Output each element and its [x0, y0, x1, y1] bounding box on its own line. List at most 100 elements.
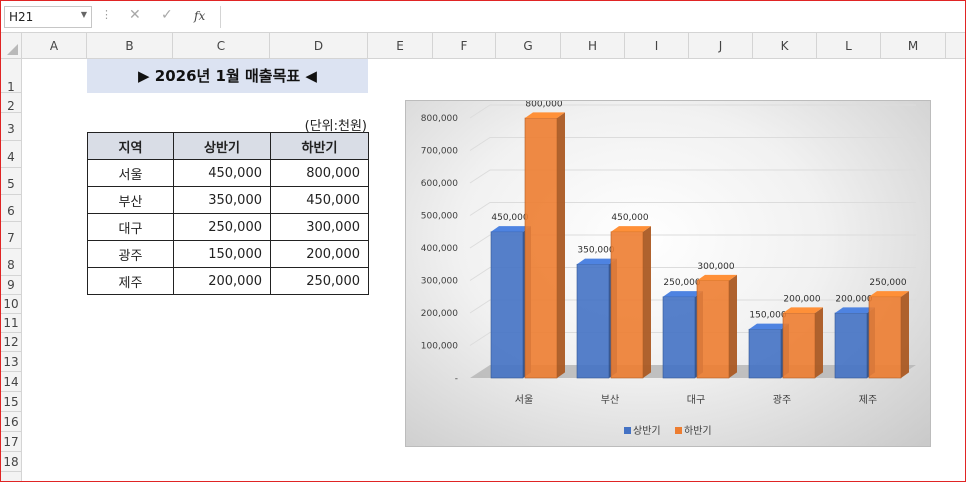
- table-row: 광주 150,000 200,000: [87, 240, 369, 268]
- data-label: 350,000: [577, 246, 614, 256]
- bar-front: [868, 296, 902, 379]
- formula-input[interactable]: [220, 6, 965, 28]
- region-cell[interactable]: 서울: [87, 159, 174, 187]
- second-half-cell[interactable]: 450,000: [270, 186, 369, 214]
- column-header-e[interactable]: E: [368, 33, 433, 58]
- column-header: A B C D E F G H I J K L M: [1, 33, 965, 59]
- first-half-cell[interactable]: 150,000: [173, 240, 271, 268]
- header-region[interactable]: 지역: [87, 132, 174, 160]
- row-header-17[interactable]: 17: [1, 432, 21, 452]
- column-header-i[interactable]: I: [625, 33, 689, 58]
- column-header-b[interactable]: B: [87, 33, 173, 58]
- column-header-c[interactable]: C: [173, 33, 270, 58]
- row-header: 1 2 3 4 5 6 7 8 9 10 11 12 13 14 15 16 1…: [1, 59, 22, 481]
- table-row: 대구 250,000 300,000: [87, 213, 369, 241]
- data-label: 300,000: [697, 262, 734, 272]
- data-label: 200,000: [783, 294, 820, 304]
- select-all-icon: [7, 44, 18, 55]
- y-tick-label: 800,000: [421, 114, 458, 124]
- y-tick-label: 100,000: [421, 342, 458, 352]
- column-header-m[interactable]: M: [881, 33, 946, 58]
- insert-function-icon[interactable]: fx: [194, 9, 205, 23]
- bar-front: [662, 296, 696, 379]
- cancel-icon[interactable]: ✕: [129, 7, 141, 23]
- category-label: 부산: [601, 394, 619, 406]
- y-tick-label: 400,000: [421, 244, 458, 254]
- first-half-cell[interactable]: 350,000: [173, 186, 271, 214]
- row-header-2[interactable]: 2: [1, 93, 21, 113]
- excel-window: H21 ▼ ⋮ ✕ ✓ fx A B C D E F G H I J K L M…: [0, 0, 966, 482]
- column-header-f[interactable]: F: [433, 33, 496, 58]
- row-header-6[interactable]: 6: [1, 195, 21, 222]
- row-header-3[interactable]: 3: [1, 113, 21, 141]
- region-cell[interactable]: 부산: [87, 186, 174, 214]
- first-half-cell[interactable]: 450,000: [173, 159, 271, 187]
- row-header-11[interactable]: 11: [1, 314, 21, 333]
- row-header-8[interactable]: 8: [1, 249, 21, 276]
- second-half-cell[interactable]: 250,000: [270, 267, 369, 295]
- first-half-cell[interactable]: 250,000: [173, 213, 271, 241]
- row-header-9[interactable]: 9: [1, 276, 21, 295]
- column-header-h[interactable]: H: [561, 33, 625, 58]
- y-tick-label: 300,000: [421, 277, 458, 287]
- y-tick-label: 500,000: [421, 212, 458, 222]
- select-all-button[interactable]: [1, 33, 22, 58]
- data-label: 250,000: [663, 278, 700, 288]
- column-header-g[interactable]: G: [496, 33, 561, 58]
- y-tick-label: 200,000: [421, 309, 458, 319]
- bar-front: [748, 328, 782, 379]
- y-tick-label: 600,000: [421, 179, 458, 189]
- bar-front: [834, 312, 868, 379]
- region-cell[interactable]: 광주: [87, 240, 174, 268]
- column-header-j[interactable]: J: [689, 33, 753, 58]
- row-header-7[interactable]: 7: [1, 222, 21, 249]
- row-header-16[interactable]: 16: [1, 412, 21, 432]
- sheet-title[interactable]: ▶ 2026년 1월 매출목표 ◀: [87, 59, 368, 93]
- data-label: 450,000: [611, 213, 648, 223]
- data-label: 150,000: [749, 311, 786, 321]
- name-box[interactable]: H21 ▼: [4, 6, 92, 28]
- row-header-12[interactable]: 12: [1, 333, 21, 352]
- table-row: 제주 200,000 250,000: [87, 267, 369, 295]
- bar-side: [815, 307, 823, 378]
- sales-chart[interactable]: - 100,000 200,000 300,000 400,000 500,000 600,…: [405, 100, 931, 447]
- row-header-10[interactable]: 10: [1, 295, 21, 314]
- header-first-half[interactable]: 상반기: [173, 132, 271, 160]
- category-label: 서울: [515, 394, 533, 406]
- second-half-cell[interactable]: 300,000: [270, 213, 369, 241]
- table-header-row: 지역 상반기 하반기: [87, 132, 369, 160]
- column-header-a[interactable]: A: [22, 33, 87, 58]
- row-header-1[interactable]: 1: [1, 59, 21, 94]
- legend-label: 하반기: [684, 424, 712, 437]
- bar-front: [524, 117, 558, 379]
- row-header-18[interactable]: 18: [1, 452, 21, 472]
- row-header-5[interactable]: 5: [1, 168, 21, 195]
- column-header-d[interactable]: D: [270, 33, 368, 58]
- column-header-l[interactable]: L: [817, 33, 881, 58]
- more-icon: ⋮: [101, 8, 112, 21]
- second-half-cell[interactable]: 200,000: [270, 240, 369, 268]
- table-row: 부산 350,000 450,000: [87, 186, 369, 214]
- bar-side: [901, 291, 909, 378]
- row-header-15[interactable]: 15: [1, 392, 21, 412]
- formula-bar: H21 ▼ ⋮ ✕ ✓ fx: [1, 1, 965, 33]
- second-half-cell[interactable]: 800,000: [270, 159, 369, 187]
- first-half-cell[interactable]: 200,000: [173, 267, 271, 295]
- data-label: 250,000: [869, 278, 906, 288]
- enter-icon[interactable]: ✓: [161, 7, 173, 23]
- header-second-half[interactable]: 하반기: [270, 132, 369, 160]
- legend-swatch: [675, 427, 682, 434]
- column-header-k[interactable]: K: [753, 33, 817, 58]
- row-header-4[interactable]: 4: [1, 141, 21, 168]
- category-label: 대구: [687, 394, 705, 406]
- y-tick-label: 700,000: [421, 147, 458, 157]
- region-cell[interactable]: 제주: [87, 267, 174, 295]
- chevron-down-icon[interactable]: ▼: [81, 10, 87, 19]
- legend-label: 상반기: [633, 425, 661, 437]
- data-label: 450,000: [491, 213, 528, 223]
- chart-canvas: - 100,000 200,000 300,000 400,000 500,000 600,…: [421, 101, 916, 437]
- row-header-14[interactable]: 14: [1, 372, 21, 392]
- category-label: 광주: [773, 394, 791, 406]
- region-cell[interactable]: 대구: [87, 213, 174, 241]
- row-header-13[interactable]: 13: [1, 352, 21, 372]
